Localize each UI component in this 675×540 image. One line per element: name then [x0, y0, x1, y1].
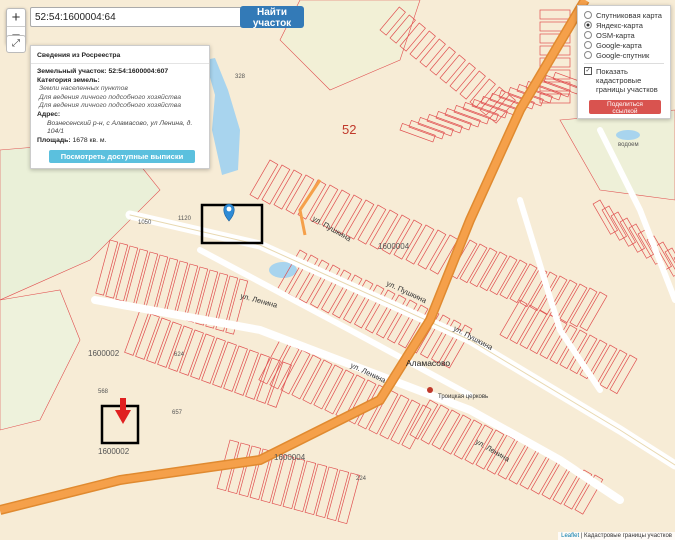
- label-village: Аламасово: [406, 358, 450, 368]
- label-parcel: 568: [98, 389, 109, 395]
- zoom-in-button[interactable]: +: [7, 9, 25, 26]
- attribution-text: | Кадастровые границы участков: [580, 533, 672, 539]
- leaflet-link[interactable]: Leaflet: [561, 533, 579, 539]
- fullscreen-icon[interactable]: ⤢: [6, 35, 26, 53]
- label-quarter: 1600004: [378, 242, 410, 251]
- pond-east: [616, 130, 640, 140]
- layer-option[interactable]: Спутниковая карта: [578, 10, 670, 20]
- search-input[interactable]: [30, 7, 245, 27]
- label-parcel: 657: [172, 410, 183, 416]
- layer-option-label: Google-карта: [596, 40, 642, 50]
- category-value: Земли населенных пунктов: [39, 85, 128, 93]
- label-parcel: 1120: [178, 216, 192, 222]
- layer-option-label: Google-спутник: [596, 50, 650, 60]
- layer-option[interactable]: Google-спутник: [578, 50, 670, 60]
- layer-option-label: Спутниковая карта: [596, 10, 662, 20]
- radio-icon[interactable]: [584, 21, 592, 29]
- radio-icon[interactable]: [584, 41, 592, 49]
- toggle-label: Показать: [596, 67, 628, 76]
- label-church: Троицкая церковь: [438, 394, 488, 400]
- label-quarter: 1600002: [88, 349, 120, 358]
- layer-option-label: OSM-карта: [596, 30, 635, 40]
- label-parcel: 624: [174, 352, 185, 358]
- label-parcel: 328: [235, 74, 246, 80]
- radio-icon[interactable]: [584, 11, 592, 19]
- label-parcel: 1050: [138, 220, 152, 226]
- find-parcel-button[interactable]: Найти участок: [240, 6, 304, 29]
- church-icon: [427, 387, 433, 393]
- rosreestr-info-panel: Сведения из Росреестра Земельный участок…: [30, 45, 210, 169]
- layer-option[interactable]: Google-карта: [578, 40, 670, 50]
- layer-option-label: Яндекс-карта: [596, 20, 643, 30]
- info-title: Сведения из Росреестра: [31, 46, 209, 64]
- radio-icon[interactable]: [584, 51, 592, 59]
- address-value: Вознесенский р-н, с Аламасово, ул Ленина…: [47, 119, 193, 136]
- share-link-button[interactable]: Поделиться ссылкой: [589, 100, 661, 115]
- toggle-label: кадастровые: [596, 76, 642, 85]
- area-label: Площадь:: [37, 136, 71, 144]
- checkbox-icon[interactable]: ✓: [584, 67, 592, 75]
- label-quarter: 1600004: [274, 453, 306, 462]
- use-value: Для ведения личного подсобного хозяйства: [39, 102, 181, 110]
- category-label: Категория земель:: [37, 76, 100, 84]
- layer-option[interactable]: OSM-карта: [578, 30, 670, 40]
- parcel-number: Земельный участок: 52:54:1600004:607: [37, 68, 169, 75]
- layers-panel: Спутниковая карта Яндекс-карта OSM-карта Go…: [577, 5, 671, 119]
- address-label: Адрес:: [37, 110, 61, 118]
- label-water: водоем: [618, 142, 639, 148]
- area-value: 1678 кв. м.: [72, 136, 107, 144]
- radio-icon[interactable]: [584, 31, 592, 39]
- label-parcel: 224: [356, 476, 367, 482]
- view-extracts-button[interactable]: Посмотреть доступные выписки: [49, 150, 195, 163]
- attribution: Leaflet | Кадастровые границы участков: [558, 532, 675, 540]
- layer-option[interactable]: Яндекс-карта: [578, 20, 670, 30]
- label-road-52: 52: [342, 122, 356, 137]
- label-quarter: 1600002: [98, 447, 130, 456]
- toggle-label: границы участков: [596, 85, 658, 94]
- cadastral-toggle[interactable]: ✓ Показать кадастровые границы участков: [578, 67, 670, 94]
